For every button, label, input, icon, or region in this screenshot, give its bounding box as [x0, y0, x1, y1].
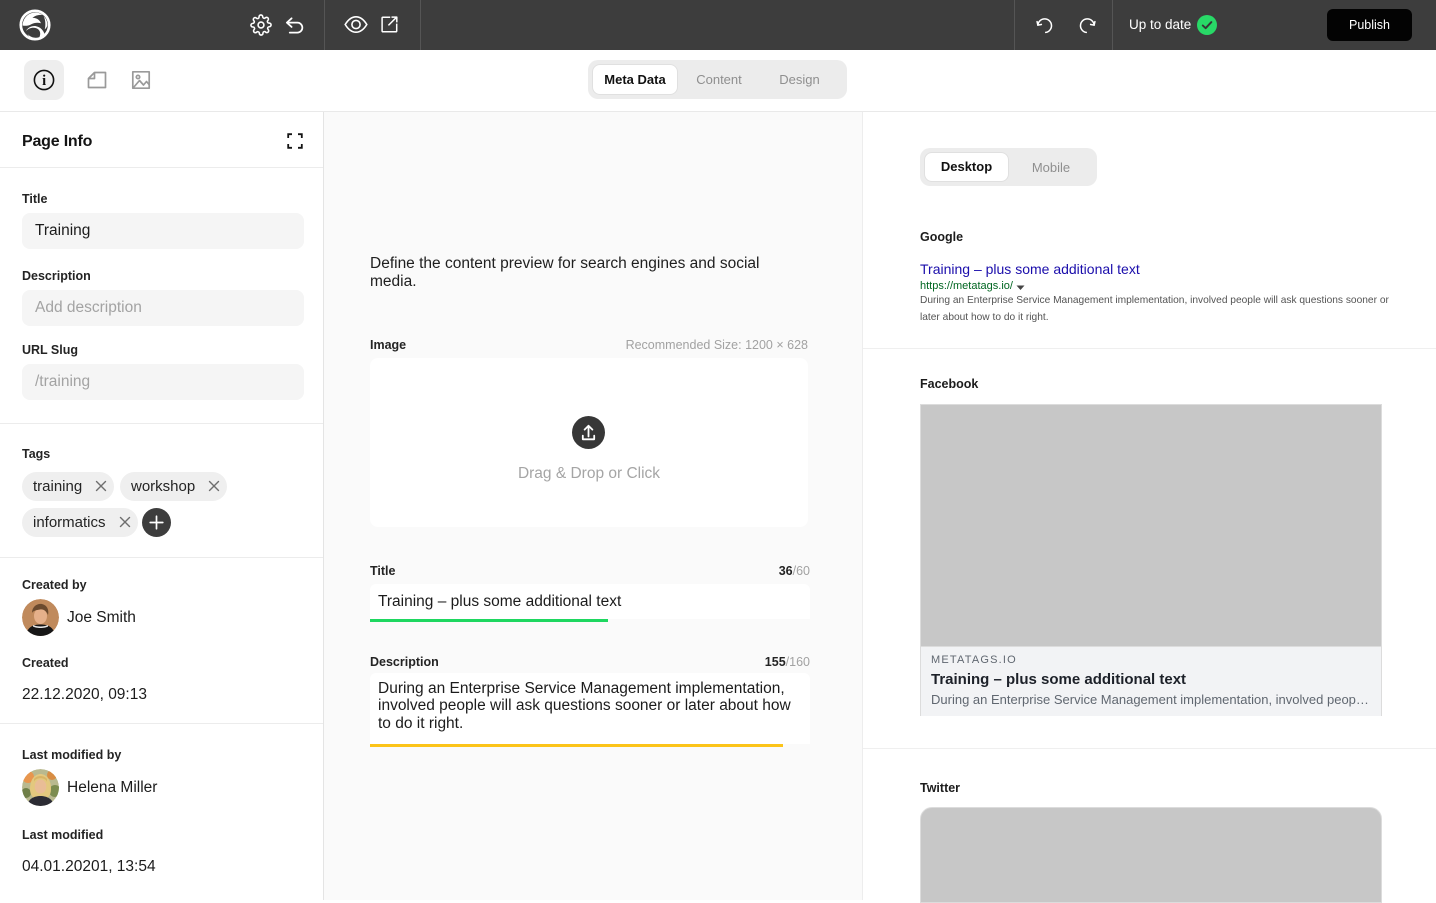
svg-text:i: i — [42, 73, 46, 89]
